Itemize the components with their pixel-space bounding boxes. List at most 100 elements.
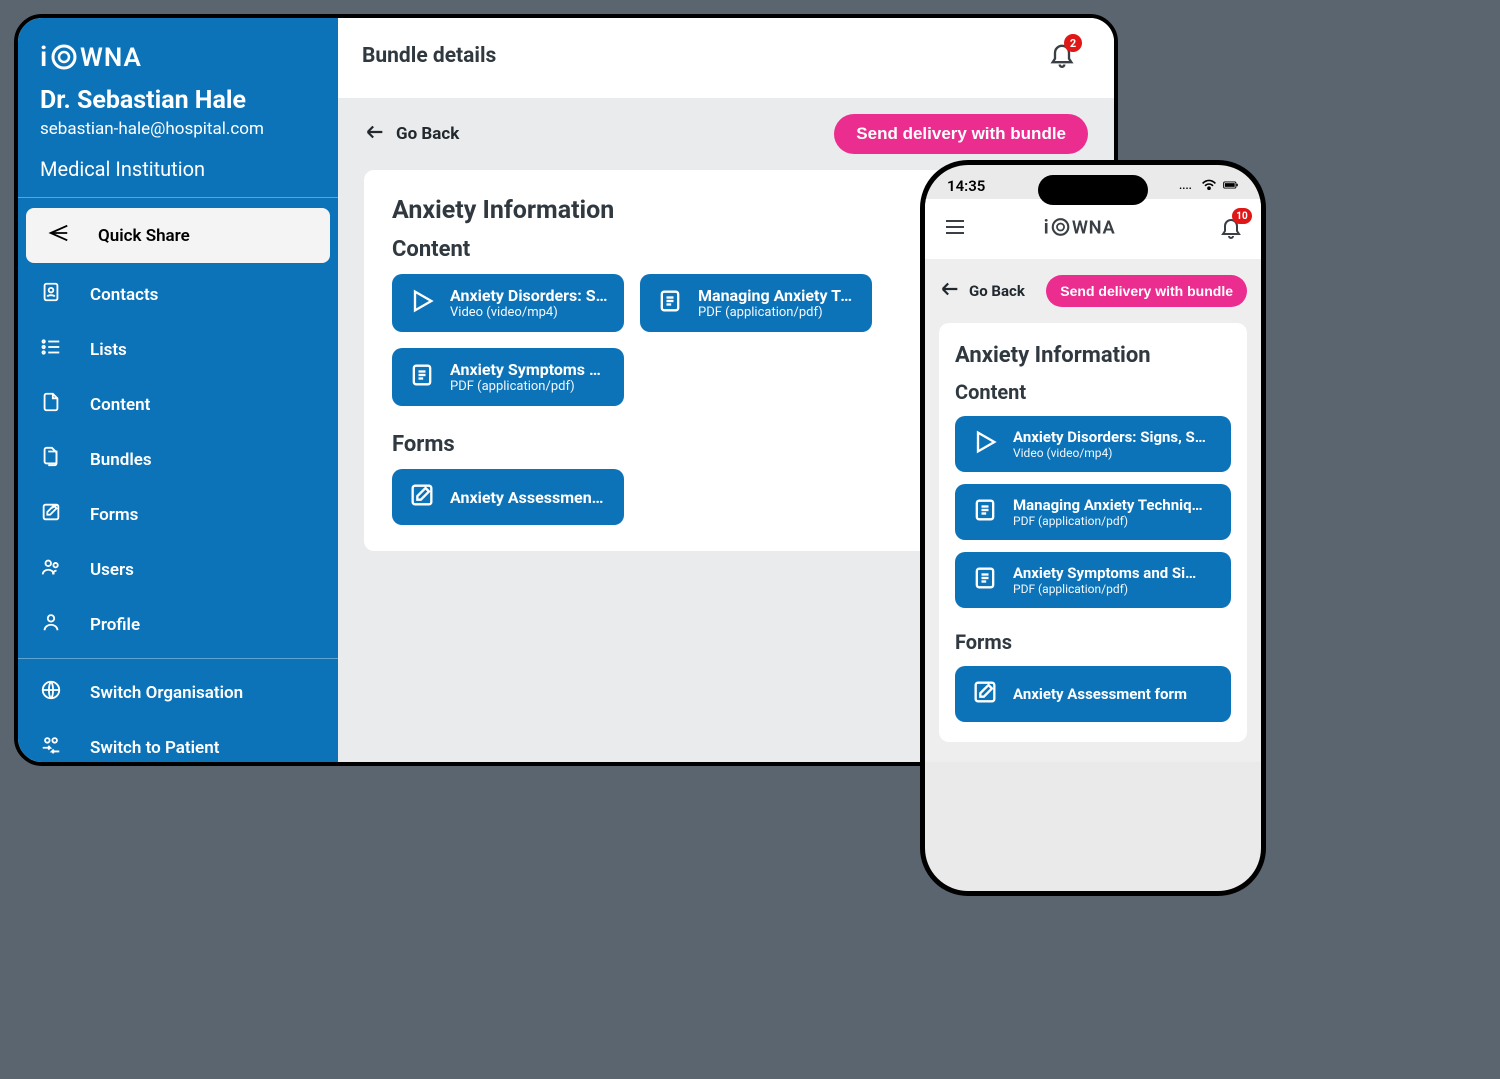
sidebar-item-contacts[interactable]: Contacts xyxy=(18,267,338,322)
notifications-button[interactable]: 10 xyxy=(1219,215,1243,243)
send-icon xyxy=(48,222,70,249)
phone-content-panel: Anxiety Information Content Anxiety Diso… xyxy=(925,323,1261,762)
page-title: Bundle details xyxy=(362,44,496,68)
sidebar-item-label: Forms xyxy=(90,505,138,525)
arrow-left-icon xyxy=(364,121,386,148)
content-tile[interactable]: Anxiety Symptoms and Si… PDF (applicatio… xyxy=(955,552,1231,608)
content-heading: Content xyxy=(955,380,1231,404)
form-tile[interactable]: Anxiety Assessment form xyxy=(955,666,1231,722)
brand-logo: i WNA xyxy=(18,36,338,80)
play-icon xyxy=(971,428,999,460)
sidebar-item-label: Lists xyxy=(90,340,127,360)
content-tile[interactable]: Managing Anxiety Techniq… PDF (applicati… xyxy=(955,484,1231,540)
bundles-icon xyxy=(40,446,62,473)
send-delivery-button[interactable]: Send delivery with bundle xyxy=(1046,275,1247,307)
phone-header: i WNA 10 xyxy=(925,199,1261,259)
send-delivery-button[interactable]: Send delivery with bundle xyxy=(834,114,1088,154)
sidebar-item-profile[interactable]: Profile xyxy=(18,597,338,652)
notification-badge: 2 xyxy=(1064,34,1082,52)
sidebar-item-bundles[interactable]: Bundles xyxy=(18,432,338,487)
contacts-icon xyxy=(40,281,62,308)
dynamic-island xyxy=(1038,175,1148,205)
sidebar-item-quick-share[interactable]: Quick Share xyxy=(26,208,330,263)
go-back-button[interactable]: Go Back xyxy=(939,278,1025,304)
content-icon xyxy=(40,391,62,418)
wifi-icon xyxy=(1201,177,1217,195)
forms-icon xyxy=(40,501,62,528)
battery-icon xyxy=(1223,177,1239,195)
sidebar-nav: Quick Share Contacts Lists Content Bundl… xyxy=(18,198,338,766)
tile-title: Anxiety Disorders: Si… xyxy=(450,286,608,305)
lists-icon xyxy=(40,336,62,363)
go-back-button[interactable]: Go Back xyxy=(364,121,459,148)
tile-subtitle: PDF (application/pdf) xyxy=(450,379,608,394)
tile-subtitle: Video (video/mp4) xyxy=(1013,446,1206,460)
doc-icon xyxy=(408,361,436,393)
tile-title: Anxiety Disorders: Signs, S… xyxy=(1013,428,1206,446)
play-icon xyxy=(408,287,436,319)
notification-badge: 10 xyxy=(1232,208,1252,224)
sidebar-item-label: Quick Share xyxy=(98,226,190,246)
menu-icon xyxy=(943,224,967,243)
switch-user-icon xyxy=(40,734,62,761)
content-tile[interactable]: Anxiety Disorders: Signs, S… Video (vide… xyxy=(955,416,1231,472)
svg-text:i: i xyxy=(1044,215,1050,238)
tile-title: Anxiety Assessment form xyxy=(1013,685,1187,703)
go-back-label: Go Back xyxy=(396,124,459,144)
button-label: Send delivery with bundle xyxy=(1060,283,1233,299)
bell-icon xyxy=(1219,224,1243,243)
sidebar-item-users[interactable]: Users xyxy=(18,542,338,597)
bundle-card: Anxiety Information Content Anxiety Diso… xyxy=(939,323,1247,742)
content-tile[interactable]: Anxiety Symptoms a… PDF (application/pdf… xyxy=(392,348,624,406)
status-time: 14:35 xyxy=(947,177,985,195)
sidebar-item-content[interactable]: Content xyxy=(18,377,338,432)
tile-subtitle: PDF (application/pdf) xyxy=(698,305,856,320)
sidebar-item-label: Contacts xyxy=(90,285,158,305)
globe-icon xyxy=(40,679,62,706)
form-icon xyxy=(408,481,436,513)
tile-title: Anxiety Symptoms a… xyxy=(450,360,608,379)
nav-divider xyxy=(18,658,338,659)
users-icon xyxy=(40,556,62,583)
cellular-icon xyxy=(1179,177,1195,195)
doc-icon xyxy=(971,564,999,596)
doc-icon xyxy=(656,287,684,319)
arrow-left-icon xyxy=(939,278,961,304)
bundle-title: Anxiety Information xyxy=(955,343,1231,368)
sidebar-item-forms[interactable]: Forms xyxy=(18,487,338,542)
phone-device: 14:35 i WNA 10 Go Back xyxy=(920,160,1266,896)
brand-logo: i WNA xyxy=(1043,215,1143,243)
user-name: Dr. Sebastian Hale xyxy=(18,80,338,115)
notifications-button[interactable]: 2 xyxy=(1048,40,1076,72)
tile-title: Managing Anxiety Te… xyxy=(698,286,856,305)
sidebar-item-label: Users xyxy=(90,560,134,580)
sidebar-footer-switch-org[interactable]: Switch Organisation xyxy=(18,665,338,720)
sidebar-item-label: Switch to Patient xyxy=(90,738,219,758)
user-email: sebastian-hale@hospital.com xyxy=(18,115,338,149)
form-icon xyxy=(971,678,999,710)
form-tile[interactable]: Anxiety Assessment … xyxy=(392,469,624,525)
sidebar-item-label: Switch Organisation xyxy=(90,683,243,703)
tile-subtitle: PDF (application/pdf) xyxy=(1013,582,1196,596)
svg-text:WNA: WNA xyxy=(80,43,142,73)
go-back-label: Go Back xyxy=(969,282,1025,300)
button-label: Send delivery with bundle xyxy=(856,124,1066,143)
profile-icon xyxy=(40,611,62,638)
tile-subtitle: Video (video/mp4) xyxy=(450,305,608,320)
tile-title: Anxiety Assessment … xyxy=(450,488,608,507)
tile-title: Anxiety Symptoms and Si… xyxy=(1013,564,1196,582)
content-tile[interactable]: Managing Anxiety Te… PDF (application/pd… xyxy=(640,274,872,332)
sidebar-item-lists[interactable]: Lists xyxy=(18,322,338,377)
tile-subtitle: PDF (application/pdf) xyxy=(1013,514,1203,528)
menu-button[interactable] xyxy=(943,215,967,243)
sidebar-footer-switch-patient[interactable]: Switch to Patient xyxy=(18,720,338,766)
tile-title: Managing Anxiety Techniq… xyxy=(1013,496,1203,514)
content-tile[interactable]: Anxiety Disorders: Si… Video (video/mp4) xyxy=(392,274,624,332)
phone-action-bar: Go Back Send delivery with bundle xyxy=(925,259,1261,323)
forms-heading: Forms xyxy=(955,630,1231,654)
doc-icon xyxy=(971,496,999,528)
sidebar-item-label: Bundles xyxy=(90,450,152,470)
user-organisation: Medical Institution xyxy=(18,149,338,198)
form-tiles: Anxiety Assessment form xyxy=(955,666,1231,722)
sidebar-item-label: Content xyxy=(90,395,150,415)
